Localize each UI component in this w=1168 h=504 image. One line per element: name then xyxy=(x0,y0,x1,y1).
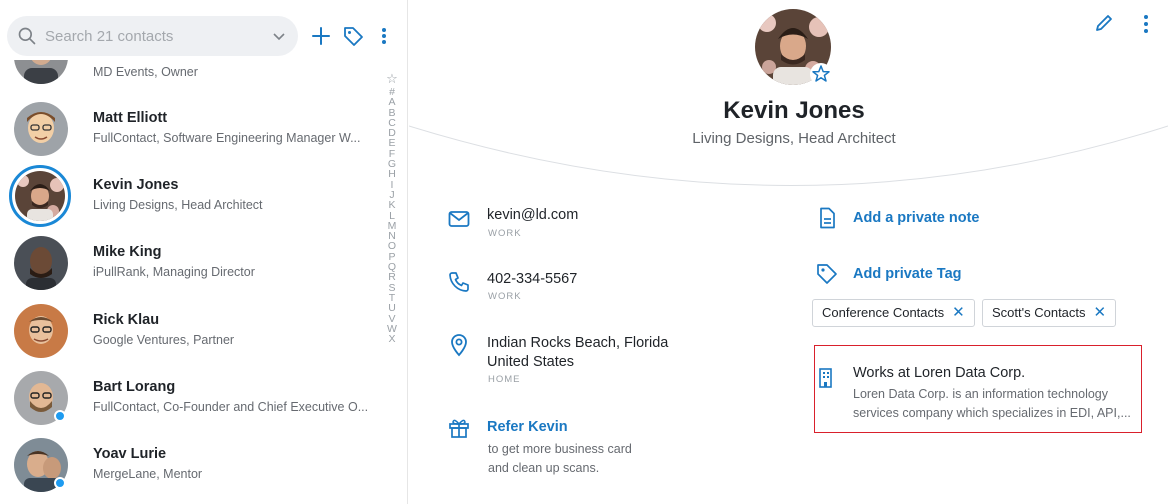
contact-row[interactable]: Matt Elliott FullContact, Software Engin… xyxy=(0,96,376,163)
remove-tag-icon[interactable]: ✕ xyxy=(1094,300,1107,326)
avatar xyxy=(14,236,68,290)
refer-line-2: and clean up scans. xyxy=(488,461,600,475)
contact-name: Bart Lorang xyxy=(93,379,176,395)
address-label: HOME xyxy=(488,374,521,385)
note-icon xyxy=(820,207,835,229)
company-description: Loren Data Corp. is an information techn… xyxy=(853,387,1131,420)
search-bar[interactable] xyxy=(7,16,298,56)
gift-icon xyxy=(449,419,469,438)
contact-full-name: Kevin Jones xyxy=(723,97,865,124)
contact-row[interactable]: Bart Lorang FullContact, Co-Founder and … xyxy=(0,365,376,432)
contact-detail-panel: Kevin Jones Living Designs, Head Archite… xyxy=(409,0,1168,504)
more-vertical-icon[interactable] xyxy=(378,25,390,47)
contact-name: Matt Elliott xyxy=(93,110,168,126)
contact-subtitle: FullContact, Software Engineering Manage… xyxy=(93,131,361,145)
refer-link[interactable]: Refer Kevin xyxy=(487,419,568,435)
contact-row[interactable]: MD Events, Owner xyxy=(0,60,376,91)
phone-value[interactable]: 402-334-5567 xyxy=(487,270,577,289)
contact-subtitle: MergeLane, Mentor xyxy=(93,467,203,481)
contact-name: Mike King xyxy=(93,244,162,260)
phone-label: WORK xyxy=(488,291,522,302)
contact-row[interactable]: Yoav Lurie MergeLane, Mentor xyxy=(0,432,376,499)
add-contact-icon[interactable] xyxy=(310,25,332,47)
contact-row[interactable]: Rick Klau Google Ventures, Partner xyxy=(0,298,376,365)
contact-subtitle: Google Ventures, Partner xyxy=(93,333,235,347)
add-private-tag-link[interactable]: Add private Tag xyxy=(853,266,962,282)
tag-icon xyxy=(817,264,837,284)
refer-line-1: to get more business card xyxy=(488,442,632,456)
email-icon xyxy=(448,211,470,227)
alphabet-letter[interactable]: U xyxy=(383,303,401,314)
address-line-2[interactable]: United States xyxy=(487,353,574,372)
search-input[interactable] xyxy=(45,25,255,47)
alphabet-index[interactable]: ☆ # A B C D E F G H I J K L M N O P Q R S T U V W X xyxy=(383,70,401,345)
contact-row-selected[interactable]: Kevin Jones Living Designs, Head Archite… xyxy=(0,163,376,230)
phone-icon xyxy=(449,272,469,292)
email-value[interactable]: kevin@ld.com xyxy=(487,206,578,225)
tag-chip-label: Scott's Contacts xyxy=(992,305,1086,320)
remove-tag-icon[interactable]: ✕ xyxy=(952,300,965,326)
building-icon xyxy=(819,368,832,388)
contact-title: Living Designs, Head Architect xyxy=(692,130,896,147)
search-icon xyxy=(18,27,36,45)
tag-chip-label: Conference Contacts xyxy=(822,305,945,320)
contact-subtitle: FullContact, Co-Founder and Chief Execut… xyxy=(93,400,369,414)
online-status-dot xyxy=(54,477,66,489)
alphabet-letter[interactable]: X xyxy=(383,334,401,345)
more-vertical-icon[interactable] xyxy=(1139,12,1153,36)
email-label: WORK xyxy=(488,228,522,239)
favorites-star-icon[interactable]: ☆ xyxy=(383,70,401,87)
contact-name: Rick Klau xyxy=(93,312,160,328)
address-line-1[interactable]: Indian Rocks Beach, Florida xyxy=(487,334,668,353)
avatar xyxy=(14,60,68,84)
edit-pencil-icon[interactable] xyxy=(1093,12,1115,34)
location-pin-icon xyxy=(451,334,467,357)
tag-icon[interactable] xyxy=(342,25,364,47)
chevron-down-icon[interactable] xyxy=(271,28,287,44)
contact-list: MD Events, Owner Matt Elliott FullContac… xyxy=(0,60,376,504)
contact-list-panel: MD Events, Owner Matt Elliott FullContac… xyxy=(0,0,408,504)
contact-subtitle: iPullRank, Managing Director xyxy=(93,265,255,279)
online-status-dot xyxy=(54,410,66,422)
contact-subtitle: Living Designs, Head Architect xyxy=(93,198,263,212)
company-card[interactable]: Works at Loren Data Corp. Loren Data Cor… xyxy=(814,345,1142,433)
contact-name: Yoav Lurie xyxy=(93,446,167,462)
contact-row[interactable]: Mike King iPullRank, Managing Director xyxy=(0,230,376,297)
company-title: Works at Loren Data Corp. xyxy=(853,365,1026,381)
favorite-star-icon[interactable] xyxy=(810,63,832,85)
avatar xyxy=(9,165,71,227)
tag-chip: Conference Contacts ✕ xyxy=(812,299,975,327)
contact-subtitle: MD Events, Owner xyxy=(93,65,198,79)
avatar xyxy=(14,304,68,358)
avatar xyxy=(14,102,68,156)
tag-chip: Scott's Contacts ✕ xyxy=(982,299,1117,327)
contact-name: Kevin Jones xyxy=(93,177,179,193)
add-private-note-link[interactable]: Add a private note xyxy=(853,210,980,226)
